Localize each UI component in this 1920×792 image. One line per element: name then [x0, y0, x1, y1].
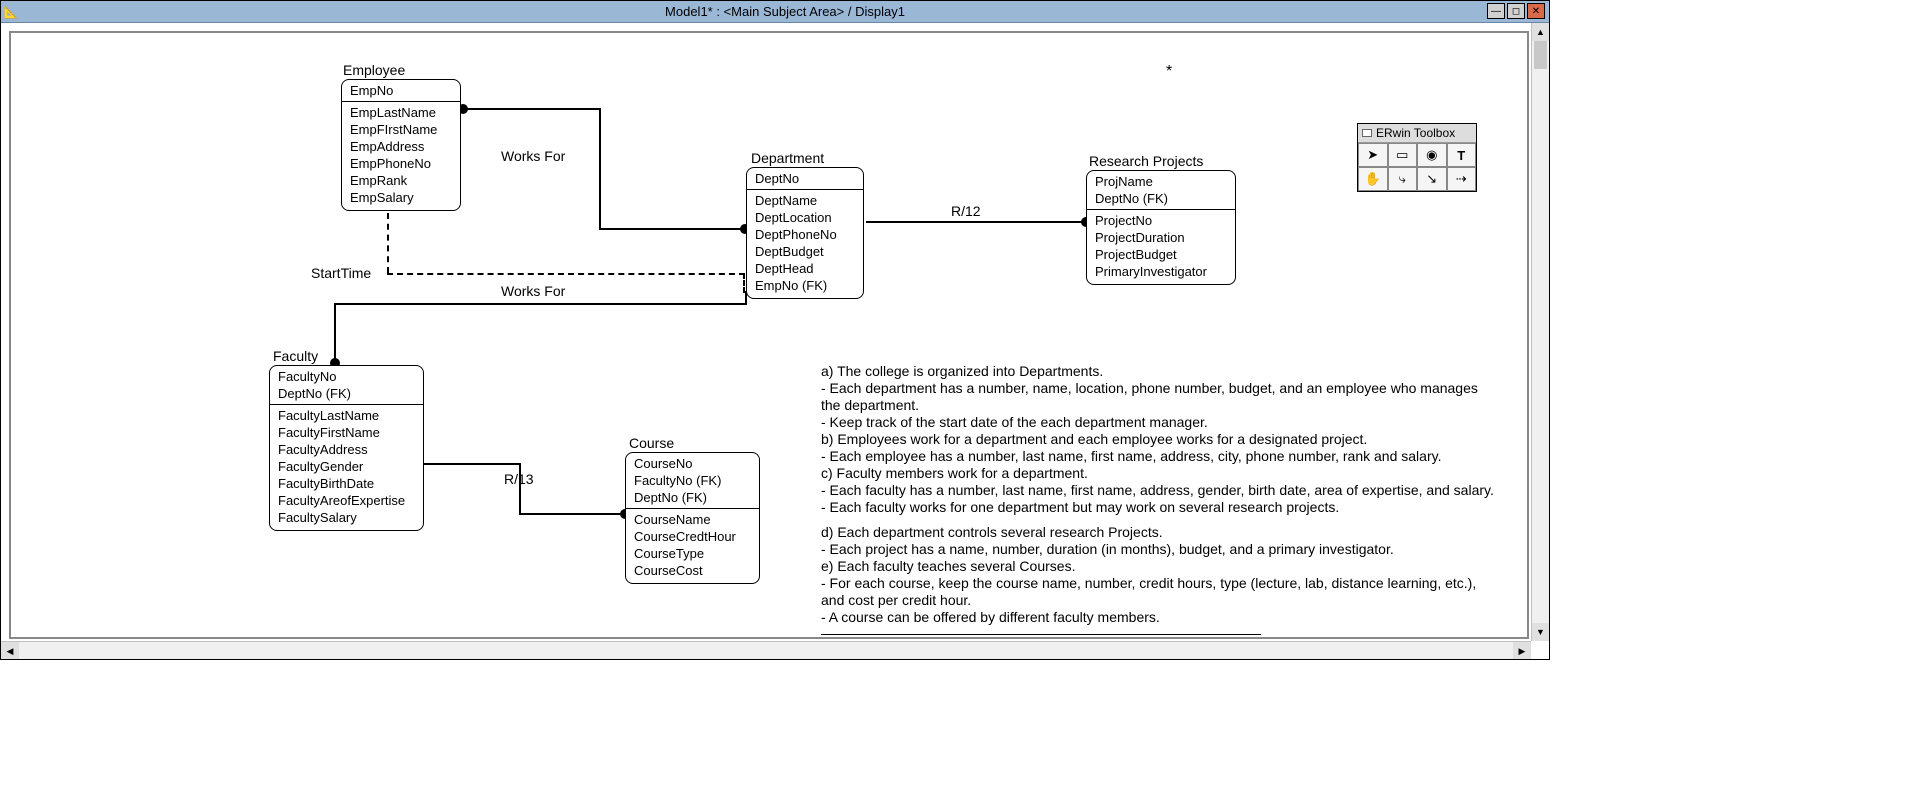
tool-hand-icon[interactable]: ✋	[1358, 167, 1388, 191]
faculty-pk: FacultyNo DeptNo (FK)	[270, 366, 423, 405]
faculty-attrs: FacultyLastName FacultyFirstName Faculty…	[270, 405, 423, 528]
employee-attrs: EmpLastName EmpFIrstName EmpAddress EmpP…	[342, 102, 460, 208]
entity-research-label: Research Projects	[1089, 153, 1203, 169]
titlebar[interactable]: 📐 Model1* : <Main Subject Area> / Displa…	[1, 1, 1549, 23]
entity-employee-label: Employee	[343, 62, 405, 78]
rel-start-time: StartTime	[311, 265, 371, 281]
entity-department[interactable]: DeptNo DeptName DeptLocation DeptPhoneNo…	[746, 167, 864, 299]
scroll-right-arrow[interactable]: ▶	[1513, 642, 1531, 659]
course-attrs: CourseName CourseCredtHour CourseType Co…	[626, 509, 759, 581]
requirements-text: a) The college is organized into Departm…	[821, 363, 1501, 635]
window-buttons: — ◻ ✕	[1487, 3, 1545, 19]
tool-pointer-icon[interactable]: ➤	[1358, 143, 1388, 167]
employee-pk: EmpNo	[342, 80, 460, 102]
tool-manytomany-rel-icon[interactable]: ⇢	[1447, 167, 1477, 191]
rel-r12: R/12	[951, 203, 981, 219]
window-frame: 📐 Model1* : <Main Subject Area> / Displa…	[0, 0, 1550, 660]
tool-identifying-rel-icon[interactable]: ⤷	[1388, 167, 1418, 191]
scroll-up-arrow[interactable]: ▲	[1532, 23, 1549, 41]
asterisk-marker: *	[1166, 63, 1172, 81]
minimize-button[interactable]: —	[1487, 3, 1505, 19]
rel-works-for-2: Works For	[501, 283, 565, 299]
rel-r13: R/13	[504, 471, 534, 487]
maximize-button[interactable]: ◻	[1507, 3, 1525, 19]
tool-label-icon[interactable]: ◉	[1417, 143, 1447, 167]
department-attrs: DeptName DeptLocation DeptPhoneNo DeptBu…	[747, 190, 863, 296]
erwin-toolbox[interactable]: ERwin Toolbox ➤ ▭ ◉ T ✋ ⤷ ↘ ⇢	[1357, 123, 1477, 192]
entity-research[interactable]: ProjName DeptNo (FK) ProjectNo ProjectDu…	[1086, 170, 1236, 285]
entity-faculty-label: Faculty	[273, 348, 318, 364]
close-button[interactable]: ✕	[1527, 3, 1545, 19]
scroll-left-arrow[interactable]: ◀	[1, 642, 19, 659]
window-title: Model1* : <Main Subject Area> / Display1	[21, 4, 1549, 19]
toolbox-titlebar[interactable]: ERwin Toolbox	[1358, 124, 1476, 143]
toolbox-title: ERwin Toolbox	[1376, 126, 1455, 140]
rel-works-for-1: Works For	[501, 148, 565, 164]
entity-faculty[interactable]: FacultyNo DeptNo (FK) FacultyLastName Fa…	[269, 365, 424, 531]
entity-department-label: Department	[751, 150, 824, 166]
diagram-canvas[interactable]: Works For StartTime R/12 Works For R/13	[9, 31, 1529, 639]
scroll-thumb-v[interactable]	[1534, 41, 1547, 69]
toolbox-control-icon[interactable]	[1362, 129, 1372, 137]
tool-nonidentifying-rel-icon[interactable]: ↘	[1417, 167, 1447, 191]
tool-text-icon[interactable]: T	[1447, 143, 1477, 167]
scroll-down-arrow[interactable]: ▼	[1532, 623, 1549, 641]
course-pk: CourseNo FacultyNo (FK) DeptNo (FK)	[626, 453, 759, 509]
entity-employee[interactable]: EmpNo EmpLastName EmpFIrstName EmpAddres…	[341, 79, 461, 211]
scrollbar-vertical[interactable]: ▲ ▼	[1531, 23, 1549, 641]
research-attrs: ProjectNo ProjectDuration ProjectBudget …	[1087, 210, 1235, 282]
app-icon: 📐	[1, 5, 21, 19]
entity-course[interactable]: CourseNo FacultyNo (FK) DeptNo (FK) Cour…	[625, 452, 760, 584]
entity-course-label: Course	[629, 435, 674, 451]
scrollbar-horizontal[interactable]: ◀ ▶	[1, 641, 1531, 659]
research-pk: ProjName DeptNo (FK)	[1087, 171, 1235, 210]
department-pk: DeptNo	[747, 168, 863, 190]
tool-entity-icon[interactable]: ▭	[1388, 143, 1418, 167]
